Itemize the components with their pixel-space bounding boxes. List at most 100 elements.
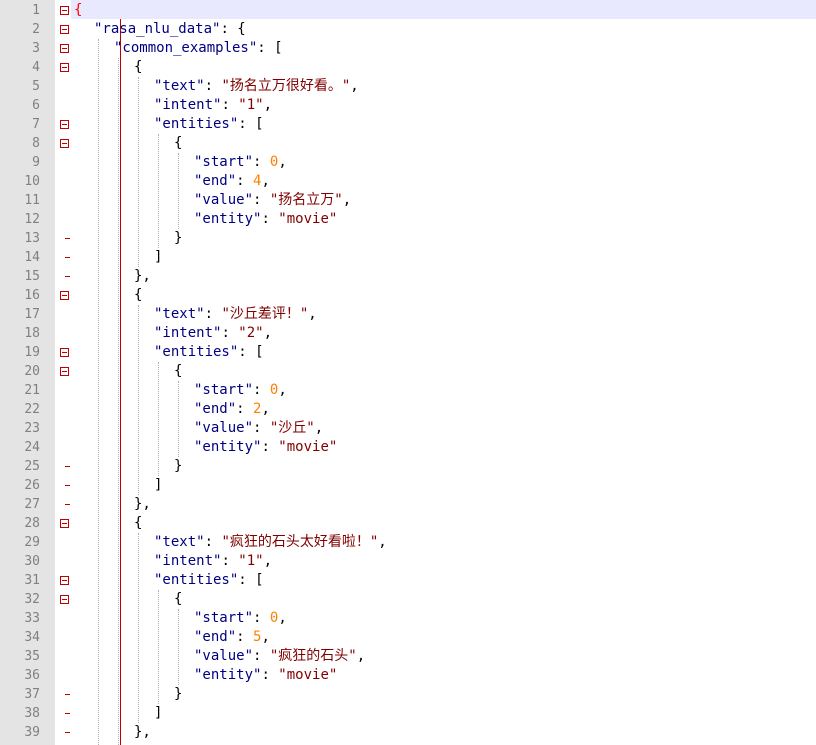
line-number[interactable]: 37 (0, 685, 40, 704)
code-line[interactable]: ] (154, 248, 162, 267)
code-line[interactable]: } (174, 457, 182, 476)
code-line[interactable]: { (74, 1, 82, 20)
code-line[interactable]: { (174, 362, 182, 381)
line-number[interactable]: 34 (0, 628, 40, 647)
line-number[interactable]: 32 (0, 590, 40, 609)
json-punctuation: }, (134, 268, 151, 284)
code-line[interactable]: "entities": [ (154, 115, 264, 134)
code-line[interactable]: }, (134, 723, 151, 742)
code-line[interactable]: "text": "疯狂的石头太好看啦！", (154, 533, 387, 552)
line-number[interactable]: 24 (0, 438, 40, 457)
code-editor[interactable]: 1 2 3 4 5 6 7 8 9 10 11 12 13 14 15 16 17 18 19 20 21 22 23 24 2… (0, 0, 816, 745)
code-line[interactable]: "entities": [ (154, 343, 264, 362)
fold-toggle-icon[interactable] (60, 348, 69, 357)
code-line[interactable]: "text": "扬名立万很好看。", (154, 77, 359, 96)
line-number[interactable]: 3 (0, 39, 40, 58)
line-number[interactable]: 6 (0, 96, 40, 115)
line-number[interactable]: 18 (0, 324, 40, 343)
code-line[interactable]: "intent": "2", (154, 324, 272, 343)
line-number[interactable]: 10 (0, 172, 40, 191)
fold-toggle-icon[interactable] (60, 576, 69, 585)
line-number[interactable]: 4 (0, 58, 40, 77)
line-number[interactable]: 33 (0, 609, 40, 628)
line-number[interactable]: 23 (0, 419, 40, 438)
line-number[interactable]: 21 (0, 381, 40, 400)
code-line[interactable]: "text": "沙丘差评！", (154, 305, 317, 324)
line-number[interactable]: 5 (0, 77, 40, 96)
code-line[interactable]: "end": 5, (194, 628, 270, 647)
json-punctuation: : (236, 629, 254, 645)
code-line[interactable]: { (134, 286, 142, 305)
code-line[interactable]: "value": "疯狂的石头", (194, 647, 365, 666)
fold-toggle-icon[interactable] (60, 120, 69, 129)
fold-end-marker (65, 732, 70, 733)
code-line[interactable]: "value": "扬名立万", (194, 191, 351, 210)
code-line[interactable]: { (134, 58, 142, 77)
code-line[interactable]: "entity": "movie" (194, 438, 337, 457)
code-line[interactable]: } (174, 685, 182, 704)
line-number[interactable]: 31 (0, 571, 40, 590)
line-number[interactable]: 35 (0, 647, 40, 666)
line-number[interactable]: 15 (0, 267, 40, 286)
line-number[interactable]: 26 (0, 476, 40, 495)
fold-toggle-icon[interactable] (60, 595, 69, 604)
fold-toggle-icon[interactable] (60, 291, 69, 300)
json-key: "intent" (154, 553, 222, 569)
fold-end-marker (65, 694, 70, 695)
code-line[interactable]: ] (154, 476, 162, 495)
code-line[interactable]: "end": 4, (194, 172, 270, 191)
json-key: "end" (194, 629, 237, 645)
fold-toggle-icon[interactable] (60, 6, 69, 15)
fold-margin[interactable] (55, 0, 121, 745)
line-number[interactable]: 19 (0, 343, 40, 362)
line-number[interactable]: 39 (0, 723, 40, 742)
line-number[interactable]: 1 (0, 1, 40, 20)
line-number[interactable]: 11 (0, 191, 40, 210)
code-line[interactable]: }, (134, 267, 151, 286)
line-number[interactable]: 16 (0, 286, 40, 305)
code-line[interactable]: "start": 0, (194, 609, 287, 628)
code-text-area[interactable]: {"rasa_nlu_data": {"common_examples": [{… (71, 0, 816, 745)
line-number[interactable]: 36 (0, 666, 40, 685)
code-line[interactable]: }, (134, 495, 151, 514)
code-line[interactable]: "end": 2, (194, 400, 270, 419)
fold-toggle-icon[interactable] (60, 44, 69, 53)
fold-toggle-icon[interactable] (60, 25, 69, 34)
code-line[interactable]: "entity": "movie" (194, 666, 337, 685)
code-line[interactable]: "common_examples": [ (114, 39, 283, 58)
code-line[interactable]: ] (154, 704, 162, 723)
line-number[interactable]: 9 (0, 153, 40, 172)
line-number[interactable]: 27 (0, 495, 40, 514)
line-number[interactable]: 13 (0, 229, 40, 248)
line-number[interactable]: 25 (0, 457, 40, 476)
fold-toggle-icon[interactable] (60, 139, 69, 148)
line-number[interactable]: 38 (0, 704, 40, 723)
line-number[interactable]: 14 (0, 248, 40, 267)
line-number[interactable]: 8 (0, 134, 40, 153)
line-number[interactable]: 17 (0, 305, 40, 324)
code-line[interactable]: "entity": "movie" (194, 210, 337, 229)
fold-toggle-icon[interactable] (60, 63, 69, 72)
line-number[interactable]: 28 (0, 514, 40, 533)
fold-toggle-icon[interactable] (60, 367, 69, 376)
code-line[interactable]: { (134, 514, 142, 533)
code-line[interactable]: "intent": "1", (154, 552, 272, 571)
code-line[interactable]: } (174, 229, 182, 248)
line-number[interactable]: 20 (0, 362, 40, 381)
code-line[interactable]: "entities": [ (154, 571, 264, 590)
fold-toggle-icon[interactable] (60, 519, 69, 528)
code-line[interactable]: "value": "沙丘", (194, 419, 323, 438)
line-number-gutter[interactable]: 1 2 3 4 5 6 7 8 9 10 11 12 13 14 15 16 17 18 19 20 21 22 23 24 2… (0, 0, 55, 745)
line-number[interactable]: 2 (0, 20, 40, 39)
code-line[interactable]: "intent": "1", (154, 96, 272, 115)
line-number[interactable]: 12 (0, 210, 40, 229)
line-number[interactable]: 7 (0, 115, 40, 134)
line-number[interactable]: 29 (0, 533, 40, 552)
code-line[interactable]: { (174, 590, 182, 609)
code-line[interactable]: "start": 0, (194, 381, 287, 400)
code-line[interactable]: { (174, 134, 182, 153)
code-line[interactable]: "start": 0, (194, 153, 287, 172)
line-number[interactable]: 30 (0, 552, 40, 571)
line-number[interactable]: 22 (0, 400, 40, 419)
code-line[interactable]: "rasa_nlu_data": { (94, 20, 246, 39)
